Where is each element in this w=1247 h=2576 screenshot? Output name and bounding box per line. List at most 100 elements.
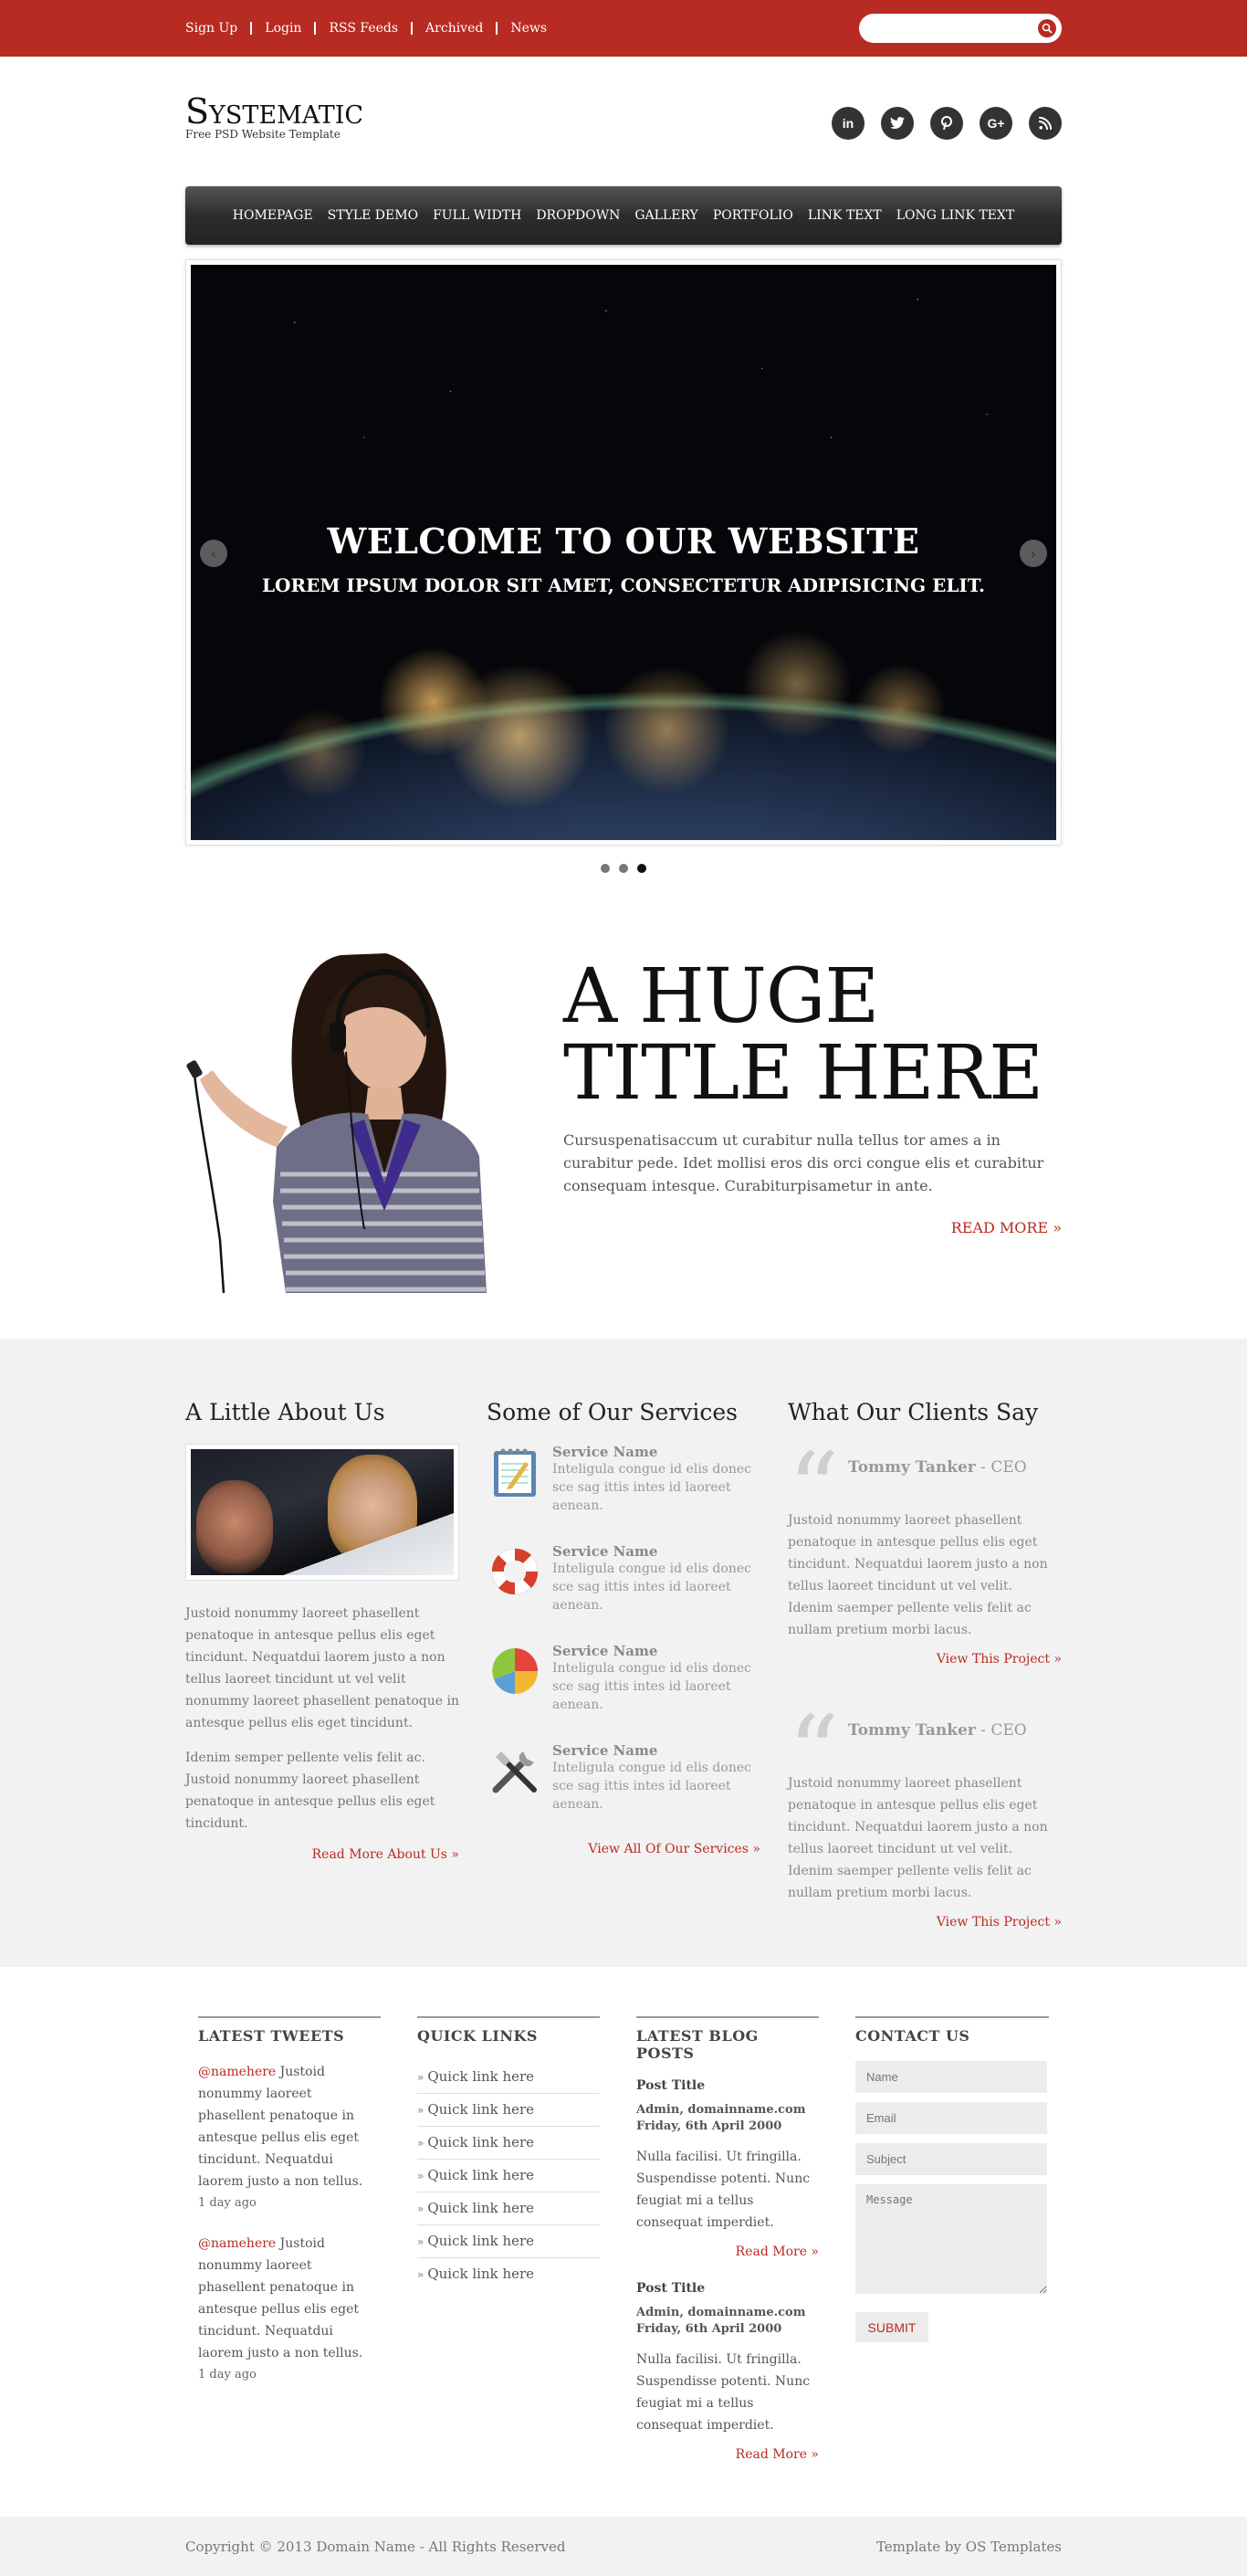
quick-link[interactable]: » Quick link here [417,2094,600,2127]
feature-paragraph: Cursuspenatisaccum ut curabitur nulla te… [563,1131,1044,1194]
quick-link[interactable]: » Quick link here [417,2258,600,2290]
clients-column: What Our Clients Say “ Tommy Tanker - CE… [788,1399,1062,1950]
view-all-services-link[interactable]: View All Of Our Services » [487,1842,760,1856]
testimonial: “ Tommy Tanker - CEO Justoid nonummy lao… [788,1707,1062,1929]
nav-dropdown[interactable]: DropDown [529,208,627,223]
blog-post: Post Title Admin, domainname.com Friday, … [636,2078,819,2259]
name-field[interactable] [855,2061,1047,2093]
quick-links-heading: Quick Links [417,2016,600,2045]
linkedin-icon[interactable]: in [832,107,865,140]
header: Systematic Free PSD Website Template in … [0,57,1247,186]
quick-link-label: Quick link here [427,2200,535,2216]
hero-slider: WELCOME TO OUR WEBSITE LOREM IPSUM DOLOR… [185,259,1062,846]
quick-link[interactable]: » Quick link here [417,2127,600,2160]
double-chevron-icon: » [417,2203,424,2215]
email-field[interactable] [855,2102,1047,2134]
slider-dot-2[interactable] [619,864,628,873]
quick-link[interactable]: » Quick link here [417,2061,600,2094]
nav-style-demo[interactable]: Style Demo [320,208,425,223]
about-column: A Little About Us Justoid nonummy laoree… [185,1399,459,1950]
tweets-heading: Latest Tweets [198,2016,381,2045]
post-meta: Admin, domainname.com Friday, 6th April 2… [636,2305,819,2338]
slide-title: WELCOME TO OUR WEBSITE [327,520,920,562]
signup-link[interactable]: Sign Up [185,22,253,35]
post-date: Friday, 6th April 2000 [636,2119,782,2133]
subject-field[interactable] [855,2143,1047,2175]
tweet-handle-link[interactable]: @namehere [198,2236,276,2251]
post-read-more-link[interactable]: Read More » [636,2447,819,2462]
testimonial-author: Tommy Tanker - CEO [848,1458,1027,1477]
slide-caption: WELCOME TO OUR WEBSITE LOREM IPSUM DOLOR… [191,520,1056,596]
search-input[interactable] [859,14,1023,43]
quick-link-label: Quick link here [427,2134,535,2150]
blog-heading: Latest Blog Posts [636,2016,819,2062]
quick-link-label: Quick link here [427,2068,535,2085]
nav-full-width[interactable]: Full Width [425,208,529,223]
service-item: Service Name Inteligula congue id elis d… [487,1543,760,1614]
services-column: Some of Our Services Service Name Inteli… [487,1399,760,1950]
nav-link-text[interactable]: Link Text [801,208,889,223]
view-project-link[interactable]: View This Project » [788,1915,1062,1929]
double-chevron-icon: » [417,2170,424,2182]
nav-homepage[interactable]: Homepage [225,208,320,223]
post-meta: Admin, domainname.com Friday, 6th April 2… [636,2102,819,2135]
slide-earth-image: WELCOME TO OUR WEBSITE LOREM IPSUM DOLOR… [191,265,1056,840]
tweet-text: Justoid nonummy laoreet phasellent penat… [198,2065,363,2189]
message-field[interactable] [855,2184,1047,2294]
logo-text: Systematic [185,91,364,131]
slider-prev-button[interactable]: ‹ [200,540,227,567]
nav-long-link-text[interactable]: Long Link Text [889,208,1022,223]
nav-gallery[interactable]: Gallery [627,208,705,223]
slider-dot-3[interactable] [637,864,646,873]
twitter-icon[interactable] [881,107,914,140]
logo[interactable]: Systematic Free PSD Website Template [185,91,363,141]
about-read-more-link[interactable]: Read More About Us » [185,1847,459,1862]
service-title: Service Name [552,1742,658,1759]
quick-link[interactable]: » Quick link here [417,2160,600,2192]
lifebuoy-icon [487,1543,543,1600]
post-excerpt: Nulla facilisi. Ut fringilla. Suspendiss… [636,2352,811,2433]
chevron-right-icon: › [1030,544,1037,563]
quote-icon: “ [788,1444,848,1491]
post-read-more-link[interactable]: Read More » [636,2245,819,2259]
news-link[interactable]: News [498,22,560,35]
template-credit: Template by OS Templates [875,2538,1062,2555]
rss-feeds-link[interactable]: RSS Feeds [316,22,414,35]
quick-link[interactable]: » Quick link here [417,2192,600,2225]
author-role: - CEO [975,1458,1027,1477]
post-date: Friday, 6th April 2000 [636,2322,782,2336]
service-desc: Inteligula congue id elis donec sce sag … [552,1561,751,1613]
tweet-handle-link[interactable]: @namehere [198,2065,276,2079]
chevron-left-icon: ‹ [210,544,217,563]
pinterest-icon[interactable] [930,107,963,140]
feature-title-line1: A HUGE [563,953,879,1040]
quick-link[interactable]: » Quick link here [417,2225,600,2258]
rss-icon[interactable] [1029,107,1062,140]
slider-dot-1[interactable] [601,864,610,873]
service-item: Service Name Inteligula congue id elis d… [487,1643,760,1714]
google-plus-icon[interactable]: G+ [980,107,1012,140]
double-chevron-icon: » [417,2235,424,2248]
author-name: Tommy Tanker [848,1458,976,1477]
search-button[interactable] [1038,19,1056,37]
contact-heading: Contact Us [855,2016,1049,2045]
feature-section: A HUGE TITLE HERE Cursuspenatisaccum ut c… [185,891,1062,1339]
testimonial-text: Justoid nonummy laoreet phasellent penat… [788,1776,1048,1900]
login-link[interactable]: Login [252,22,317,35]
submit-button[interactable]: SUBMIT [855,2312,928,2342]
nav-portfolio[interactable]: Portfolio [706,208,801,223]
info-section: A Little About Us Justoid nonummy laoree… [0,1339,1247,1967]
double-chevron-icon: » [417,2137,424,2150]
about-image [185,1444,459,1581]
about-paragraph-2: Idenim semper pellente velis felit ac. J… [185,1751,435,1831]
feature-read-more-link[interactable]: READ MORE » [563,1219,1062,1236]
tweets-column: Latest Tweets @namehere Justoid nonummy … [198,2016,381,2484]
archived-link[interactable]: Archived [413,22,498,35]
slider-next-button[interactable]: › [1020,540,1047,567]
service-item: Service Name Inteligula congue id elis d… [487,1444,760,1515]
contact-form: SUBMIT [855,2061,1049,2342]
main-nav: Homepage Style Demo Full Width DropDown … [185,186,1062,245]
view-project-link[interactable]: View This Project » [788,1652,1062,1667]
service-title: Service Name [552,1543,658,1560]
tools-icon [487,1742,543,1799]
